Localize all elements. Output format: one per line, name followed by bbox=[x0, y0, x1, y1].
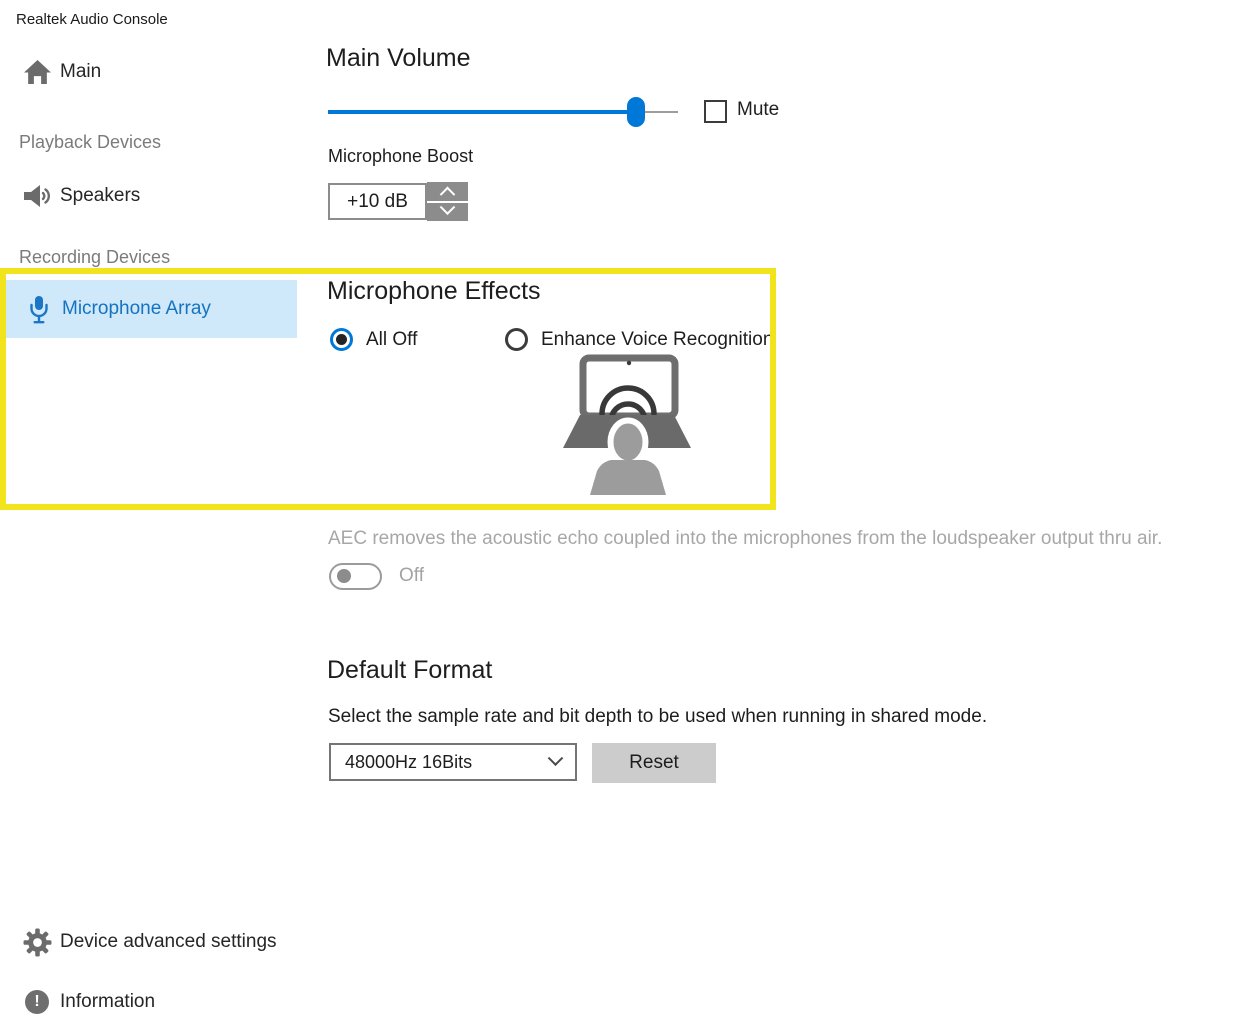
information-button[interactable]: ! Information bbox=[0, 978, 320, 1026]
sidebar-item-main[interactable]: Main bbox=[0, 44, 298, 100]
radio-label: Enhance Voice Recognition bbox=[541, 329, 773, 351]
microphone-icon bbox=[16, 295, 62, 324]
reset-button[interactable]: Reset bbox=[592, 743, 716, 783]
sidebar-item-microphone-array[interactable]: Microphone Array bbox=[2, 280, 297, 338]
footer-item-label: Device advanced settings bbox=[60, 931, 277, 953]
aec-toggle-state-label: Off bbox=[399, 565, 424, 587]
volume-slider-handle[interactable] bbox=[627, 97, 645, 127]
sidebar-item-label: Microphone Array bbox=[62, 298, 211, 320]
gear-icon bbox=[14, 928, 60, 957]
info-icon: ! bbox=[14, 990, 60, 1014]
main-volume-heading: Main Volume bbox=[326, 44, 471, 73]
radio-circle bbox=[330, 328, 353, 351]
chevron-down-icon bbox=[440, 200, 456, 216]
app-title: Realtek Audio Console bbox=[16, 11, 168, 28]
sample-rate-dropdown[interactable]: 48000Hz 16Bits bbox=[329, 743, 577, 781]
mute-checkbox[interactable] bbox=[704, 100, 727, 123]
default-format-heading: Default Format bbox=[327, 656, 492, 685]
aec-description: AEC removes the acoustic echo coupled in… bbox=[328, 528, 1162, 550]
aec-toggle[interactable] bbox=[329, 563, 382, 590]
footer-item-label: Information bbox=[60, 991, 155, 1013]
sidebar-item-speakers[interactable]: Speakers bbox=[0, 168, 298, 224]
playback-devices-header: Playback Devices bbox=[19, 132, 161, 153]
sample-rate-selected-value: 48000Hz 16Bits bbox=[345, 752, 472, 773]
radio-enhance-voice-recognition[interactable]: Enhance Voice Recognition bbox=[505, 328, 773, 351]
radio-label: All Off bbox=[366, 329, 417, 351]
realtek-audio-console-window: Realtek Audio Console Main Playback Devi… bbox=[0, 0, 1233, 1030]
main-volume-slider[interactable] bbox=[328, 98, 678, 128]
home-icon bbox=[14, 59, 60, 85]
microphone-boost-value[interactable]: +10 dB bbox=[328, 183, 427, 220]
microphone-effects-heading: Microphone Effects bbox=[327, 277, 541, 306]
radio-circle bbox=[505, 328, 528, 351]
toggle-knob bbox=[337, 569, 351, 583]
dropdown-chevron-icon bbox=[548, 750, 564, 766]
boost-decrease-button[interactable] bbox=[427, 203, 468, 222]
microphone-boost-stepper bbox=[427, 182, 468, 221]
sidebar-item-label: Speakers bbox=[60, 185, 140, 207]
microphone-boost-label: Microphone Boost bbox=[328, 146, 473, 167]
voice-recognition-illustration bbox=[557, 353, 697, 499]
radio-all-off[interactable]: All Off bbox=[330, 328, 417, 351]
sidebar-item-label: Main bbox=[60, 61, 101, 83]
device-advanced-settings-button[interactable]: Device advanced settings bbox=[0, 918, 320, 966]
default-format-description: Select the sample rate and bit depth to … bbox=[328, 706, 987, 728]
speaker-icon bbox=[14, 183, 60, 209]
volume-slider-fill bbox=[328, 110, 636, 114]
recording-devices-header: Recording Devices bbox=[19, 247, 170, 268]
mute-label: Mute bbox=[737, 99, 779, 121]
